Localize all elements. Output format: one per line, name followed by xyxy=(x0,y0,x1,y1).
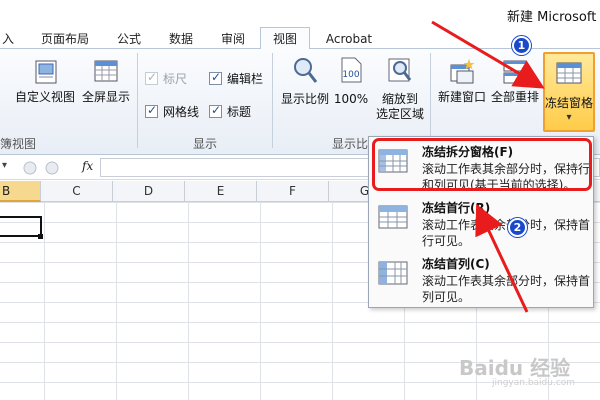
zoom-icon xyxy=(294,58,318,83)
insert-function-icon[interactable]: fx xyxy=(82,159,93,173)
gridlines-checkbox[interactable]: 网格线 xyxy=(145,103,199,120)
group-label-zoom: 显示比 xyxy=(331,137,368,151)
svg-text:100: 100 xyxy=(342,70,359,80)
freeze-panes-button[interactable]: 冻结窗格 ▾ xyxy=(543,52,595,132)
tab-page-layout[interactable]: 页面布局 xyxy=(36,30,94,49)
watermark-url: jingyan.baidu.com xyxy=(492,378,576,388)
freeze-panes-icon xyxy=(556,62,582,84)
zoom-100-button[interactable]: 100 100% xyxy=(334,55,368,107)
menu-item-title: 冻结首列(C) xyxy=(422,257,490,271)
full-screen-icon xyxy=(94,60,118,82)
zoom-button[interactable]: 显示比例 xyxy=(279,55,331,107)
tab-formulas[interactable]: 公式 xyxy=(110,30,148,49)
zoom-100-icon: 100 xyxy=(341,57,362,83)
checkbox-box xyxy=(209,103,222,118)
watermark: Baidu 经验 xyxy=(459,356,571,380)
zoom-selection-icon xyxy=(388,58,412,82)
annotation-highlight-box xyxy=(372,138,592,191)
arrange-all-label: 全部重排 xyxy=(490,90,539,104)
formula-bar-divider-icon xyxy=(23,161,59,175)
full-screen-label: 全屏显示 xyxy=(81,90,130,104)
column-header-b[interactable]: B xyxy=(0,181,41,202)
column-header-f[interactable]: F xyxy=(257,181,329,202)
headings-checkbox[interactable]: 标题 xyxy=(209,103,251,120)
checkbox-box xyxy=(145,103,158,118)
ruler-label: 标尺 xyxy=(163,72,188,86)
step-badge-2: 2 xyxy=(508,218,527,237)
new-window-button[interactable]: 新建窗口 xyxy=(435,57,489,105)
tab-data[interactable]: 数据 xyxy=(162,30,200,49)
checkbox-box xyxy=(145,70,158,85)
menu-item-freeze-top-row[interactable]: 冻结首行(R) 滚动工作表其余部分时，保持首行可见。 xyxy=(373,195,591,249)
menu-item-description: 滚动工作表其余部分时，保持首行可见。 xyxy=(422,218,591,248)
name-box-dropdown-icon[interactable]: ▾ xyxy=(2,160,7,171)
full-screen-button[interactable]: 全屏显示 xyxy=(78,57,134,105)
ruler-checkbox[interactable]: 标尺 xyxy=(145,70,187,87)
custom-view-button[interactable]: 自定义视图 xyxy=(14,57,76,105)
menu-item-freeze-first-column[interactable]: 冻结首列(C) 滚动工作表其余部分时，保持首列可见。 xyxy=(373,251,591,305)
gridlines-label: 网格线 xyxy=(163,105,200,119)
active-cell[interactable] xyxy=(0,216,42,237)
fill-handle[interactable] xyxy=(38,234,43,239)
group-separator xyxy=(272,53,273,148)
column-header-d[interactable]: D xyxy=(113,181,185,202)
tab-review[interactable]: 审阅 xyxy=(214,30,252,49)
custom-view-label: 自定义视图 xyxy=(14,90,75,104)
column-header-e[interactable]: E xyxy=(185,181,257,202)
freeze-panes-label: 冻结窗格 xyxy=(545,96,594,110)
formula-bar-label: 编辑栏 xyxy=(227,72,264,86)
group-separator xyxy=(430,53,431,148)
tab-insert[interactable]: 入 xyxy=(0,30,20,49)
zoom-selection-label-2: 选定区域 xyxy=(375,107,424,121)
headings-label: 标题 xyxy=(227,105,252,119)
checkbox-box xyxy=(209,70,222,85)
group-separator xyxy=(137,53,138,148)
zoom-100-label: 100% xyxy=(333,92,369,106)
step-badge-1: 1 xyxy=(512,36,531,55)
custom-view-icon xyxy=(35,60,57,84)
menu-item-title: 冻结首行(R) xyxy=(422,201,491,215)
formula-bar-checkbox[interactable]: 编辑栏 xyxy=(209,70,263,87)
arrange-all-button[interactable]: 全部重排 xyxy=(489,57,541,105)
zoom-label: 显示比例 xyxy=(280,92,329,106)
freeze-first-column-icon xyxy=(378,261,408,285)
new-window-icon xyxy=(450,59,475,84)
zoom-selection-label-1: 缩放到 xyxy=(381,92,418,106)
arrange-all-icon xyxy=(503,60,527,84)
zoom-selection-button[interactable]: 缩放到 选定区域 xyxy=(372,55,428,122)
window-title: 新建 Microsoft E xyxy=(507,10,600,25)
group-label-show: 显示 xyxy=(192,137,217,151)
group-label-workbook-views: 簿视图 xyxy=(0,137,37,151)
tab-view[interactable]: 视图 xyxy=(260,27,310,50)
menu-item-description: 滚动工作表其余部分时，保持首列可见。 xyxy=(422,274,591,304)
freeze-top-row-icon xyxy=(378,205,408,229)
chevron-down-icon: ▾ xyxy=(566,112,572,123)
tab-acrobat[interactable]: Acrobat xyxy=(318,30,380,49)
ribbon-tabs: 入 页面布局 公式 数据 审阅 视图 Acrobat xyxy=(0,27,600,50)
column-header-c[interactable]: C xyxy=(41,181,113,202)
title-bar: 新建 Microsoft E xyxy=(0,0,600,28)
new-window-label: 新建窗口 xyxy=(437,90,486,104)
